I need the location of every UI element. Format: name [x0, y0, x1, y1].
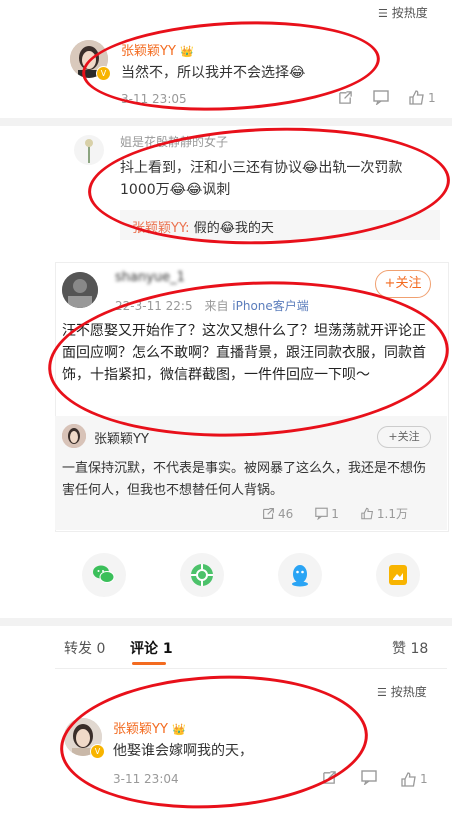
thumbs-up-icon: [409, 90, 424, 105]
reply-preview[interactable]: 张颖颖YY: 假的😂我的天: [120, 210, 440, 240]
sort-icon: ☰: [378, 7, 388, 20]
repost-icon: [263, 508, 274, 519]
avatar[interactable]: [74, 135, 104, 165]
share-icon[interactable]: [322, 770, 337, 788]
comment-actions: 1: [338, 90, 436, 105]
sort-by-hot-top[interactable]: ☰ 按热度: [378, 4, 428, 21]
like-count[interactable]: 1.1万: [361, 505, 408, 522]
repost-count[interactable]: 46: [262, 507, 293, 521]
tabs-divider: [55, 668, 447, 669]
tab-repost[interactable]: 转发 0: [64, 638, 105, 658]
share-moments-button[interactable]: [180, 553, 224, 597]
tab-indicator: [132, 662, 166, 665]
wechat-icon: [93, 565, 115, 583]
comment-author[interactable]: 张颖颖YY 👑: [113, 718, 186, 737]
save-image-button[interactable]: [376, 553, 420, 597]
share-wechat-button[interactable]: [82, 553, 126, 597]
comment-text: 当然不，所以我并不会选择😂: [121, 65, 306, 81]
section-divider: [0, 618, 452, 626]
thumbs-up-icon: [361, 507, 373, 520]
like-button[interactable]: 1: [401, 771, 428, 787]
post-text: 汪不愿娶又开始作了？这次又想什么了？坦荡荡就开评论正面回应啊？怎么不敢啊？直播背…: [62, 323, 426, 383]
comment-count[interactable]: 1: [315, 507, 339, 521]
thumbs-up-icon: [401, 771, 416, 787]
comment-time: 3-11 23:05: [121, 92, 187, 106]
comment-author[interactable]: 姐是花殷静静的女子: [120, 133, 228, 150]
quoted-text: 一直保持沉默，不代表是事实。被网暴了这么久，我还是不想伤害任何人，但我也不想替任…: [62, 461, 427, 498]
crown-icon: 👑: [180, 45, 194, 58]
comment-icon[interactable]: [361, 770, 377, 788]
avatar[interactable]: [62, 272, 98, 308]
source-link: iPhone客户端: [232, 299, 309, 313]
post-meta: 22-3-11 22:5 来自 iPhone客户端: [115, 299, 309, 313]
moments-icon: [191, 564, 213, 586]
sort-icon: ☰: [377, 686, 387, 699]
tab-like[interactable]: 赞 18: [392, 638, 428, 658]
crown-icon: 👑: [172, 723, 186, 736]
post-author[interactable]: shanyue_1: [115, 270, 185, 285]
flower-avatar-icon: [85, 139, 93, 163]
comment-text: 抖上看到，汪和小三还有协议😂出轨一次罚款 1000万😂😂讽刺: [120, 160, 403, 198]
sort-by-hot[interactable]: ☰ 按热度: [377, 683, 427, 700]
tab-comment[interactable]: 评论 1: [130, 638, 173, 658]
comment-icon: [315, 507, 329, 520]
comment-icon[interactable]: [373, 90, 389, 105]
quoted-follow-button[interactable]: +关注: [377, 426, 431, 448]
comment-actions: 1: [322, 770, 428, 788]
avatar[interactable]: [62, 424, 86, 448]
verified-badge-icon: V: [96, 66, 111, 81]
comment-time: 3-11 23:04: [113, 772, 179, 786]
section-divider: [0, 118, 452, 126]
comment-text: 他娶谁会嫁啊我的天，: [113, 743, 253, 759]
quoted-author[interactable]: 张颖颖YY: [94, 428, 149, 447]
gap: [0, 250, 452, 260]
image-save-icon: [389, 565, 407, 585]
follow-button[interactable]: +关注: [375, 270, 431, 298]
qq-icon: [292, 565, 308, 587]
verified-badge-icon: V: [90, 744, 105, 759]
share-icon[interactable]: [338, 90, 353, 105]
quoted-stats: 46 1 1.1万: [262, 505, 408, 522]
like-button[interactable]: 1: [409, 90, 436, 105]
user-avatar-icon: [62, 272, 98, 308]
comment-author[interactable]: 张颖颖YY 👑: [121, 40, 194, 59]
share-qq-button[interactable]: [278, 553, 322, 597]
share-row: [55, 540, 447, 610]
user-avatar-icon: [62, 424, 86, 448]
